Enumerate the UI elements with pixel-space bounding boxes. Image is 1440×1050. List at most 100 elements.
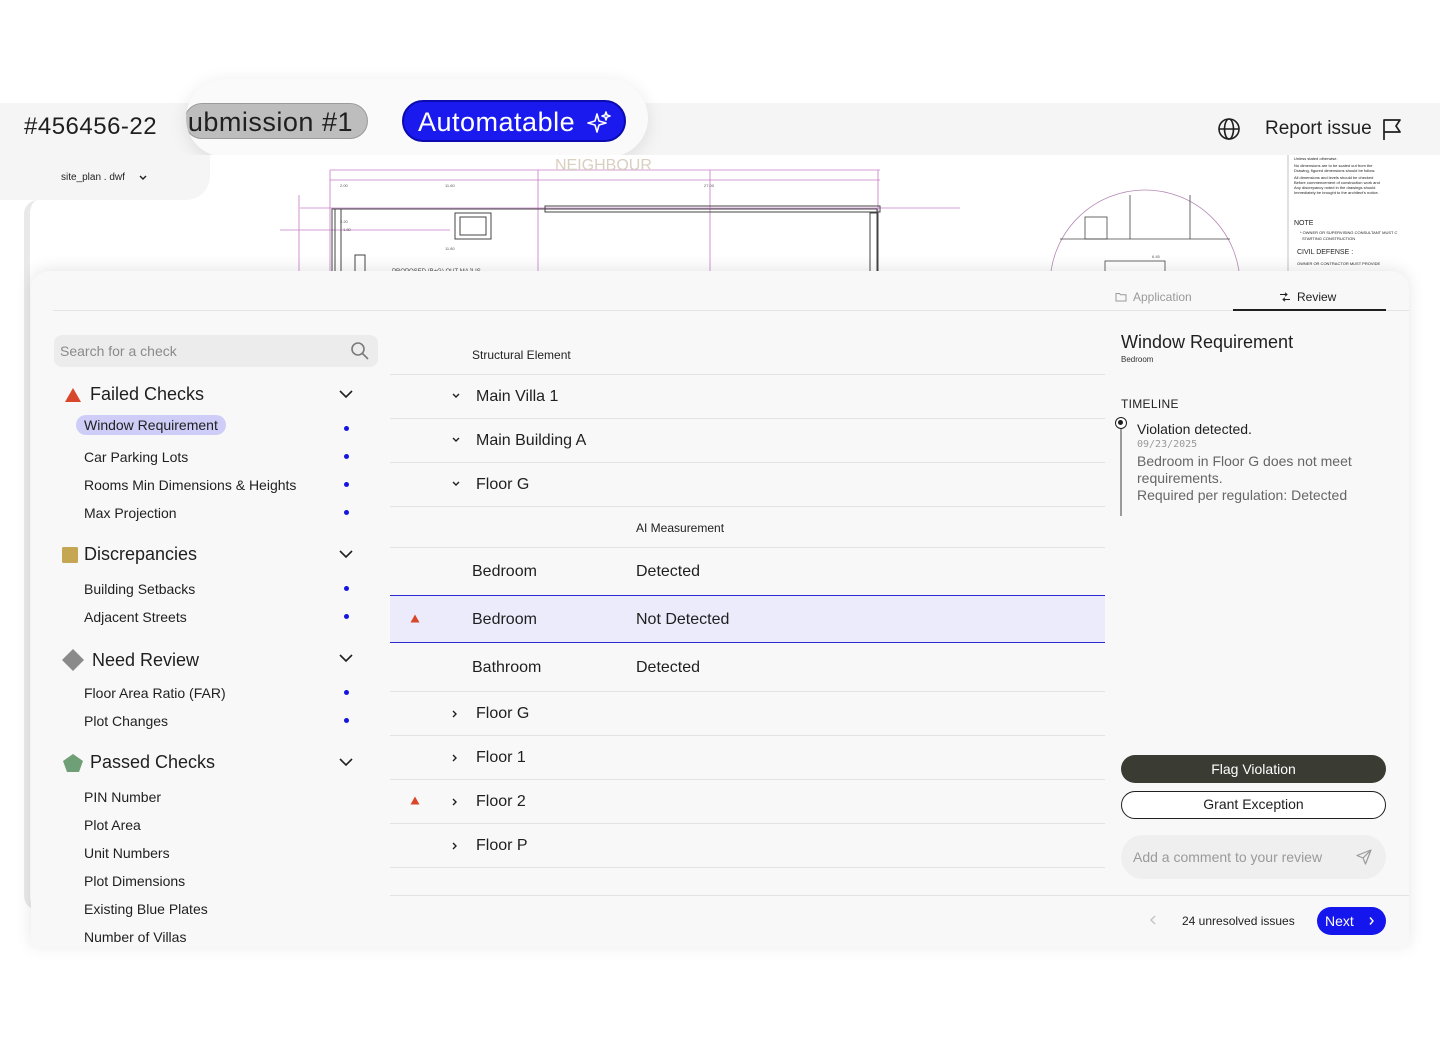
- group-passed-checks[interactable]: Passed Checks: [62, 752, 215, 773]
- chevron-down-icon[interactable]: [338, 653, 354, 663]
- chevron-down-icon[interactable]: [451, 436, 461, 444]
- sidebar-item-max-projection[interactable]: Max Projection: [84, 505, 177, 521]
- sidebar-item-adjacent-streets[interactable]: Adjacent Streets: [84, 609, 187, 625]
- sidebar-item-car-parking[interactable]: Car Parking Lots: [84, 449, 188, 465]
- sidebar-item-building-setbacks[interactable]: Building Setbacks: [84, 581, 195, 597]
- tree-node-floor-g[interactable]: Floor G: [476, 476, 529, 494]
- group-need-review[interactable]: Need Review: [61, 648, 199, 672]
- comment-input[interactable]: [1133, 847, 1348, 867]
- tree-node-floor-p[interactable]: Floor P: [476, 837, 528, 855]
- sidebar-item-floor-area-ratio[interactable]: Floor Area Ratio (FAR): [84, 685, 226, 701]
- row-divider: [390, 462, 1105, 463]
- sidebar-item-plot-area[interactable]: Plot Area: [84, 817, 141, 833]
- footer-divider: [390, 895, 1409, 896]
- application-reference-id: #456456-22: [24, 113, 158, 140]
- grant-exception-button[interactable]: Grant Exception: [1121, 791, 1386, 819]
- sidebar-item-plot-changes[interactable]: Plot Changes: [84, 713, 168, 729]
- tab-review[interactable]: Review: [1279, 290, 1336, 304]
- report-issue-link[interactable]: Report issue: [1265, 118, 1372, 140]
- tab-application[interactable]: Application: [1115, 290, 1192, 304]
- tabs-divider: [53, 310, 1409, 311]
- group-title: Passed Checks: [90, 752, 216, 772]
- measurement-value: Detected: [636, 659, 701, 676]
- sidebar-item-number-of-villas[interactable]: Number of Villas: [84, 929, 186, 945]
- dim-label: 27.00: [704, 183, 715, 188]
- measurement-element[interactable]: Bedroom: [472, 611, 537, 629]
- automatable-badge[interactable]: Automatable: [402, 100, 626, 142]
- timeline-line: [1120, 424, 1122, 516]
- unresolved-dot: [344, 718, 349, 723]
- tree-node-main-building[interactable]: Main Building A: [476, 432, 586, 450]
- sidebar-item-plot-dimensions[interactable]: Plot Dimensions: [84, 873, 185, 889]
- row-divider: [390, 374, 1105, 375]
- row-divider: [390, 867, 1105, 868]
- measurement-element[interactable]: Bedroom: [472, 563, 537, 581]
- unresolved-count: 24 unresolved issues: [1182, 914, 1295, 928]
- dim-label: 11.80: [445, 246, 455, 251]
- group-title: Need Review: [92, 649, 200, 670]
- flag-icon[interactable]: [1381, 117, 1403, 141]
- check-search: [54, 335, 378, 367]
- timeline-event-requirement: Required per regulation: Detected: [1137, 487, 1348, 503]
- timeline-event-date: 09/23/2025: [1137, 439, 1198, 450]
- floor-plan-drawing: 2.00 11.60 27.00 2.20 1.80 11.80 6.45 NE…: [280, 155, 1398, 381]
- group-title: Discrepancies: [84, 544, 198, 564]
- diamond-icon: [62, 649, 84, 671]
- chevron-down-icon[interactable]: [338, 757, 354, 767]
- next-button[interactable]: Next: [1317, 907, 1386, 935]
- file-name[interactable]: site_plan . dwf: [61, 172, 125, 183]
- unresolved-dot: [344, 586, 349, 591]
- chevron-right-icon[interactable]: [451, 753, 459, 763]
- unresolved-dot: [344, 510, 349, 515]
- timeline-dot: [1115, 417, 1127, 429]
- search-icon[interactable]: [350, 341, 370, 361]
- civil-body: OWNER OR CONTRACTOR MUST PROVIDE: [1297, 261, 1381, 266]
- tree-node-floor-g-collapsed[interactable]: Floor G: [476, 705, 529, 723]
- group-discrepancies[interactable]: Discrepancies: [62, 544, 197, 565]
- chevron-down-icon[interactable]: [338, 549, 354, 559]
- globe-icon[interactable]: [1217, 117, 1241, 141]
- dim-label: 6.45: [1152, 254, 1161, 259]
- tree-node-floor-2[interactable]: Floor 2: [476, 793, 526, 811]
- notes-line: Unless stated otherwise.: [1294, 156, 1338, 161]
- chevron-down-icon[interactable]: [451, 480, 461, 488]
- note-body: STARTING CONSTRUCTION: [1302, 236, 1355, 241]
- measurement-value: Detected: [636, 563, 701, 580]
- send-icon[interactable]: [1356, 849, 1372, 865]
- search-input[interactable]: [60, 341, 340, 361]
- sidebar-item-existing-blue-plates[interactable]: Existing Blue Plates: [84, 901, 208, 917]
- sidebar-item-unit-numbers[interactable]: Unit Numbers: [84, 845, 170, 861]
- timeline-event-title: Violation detected.: [1137, 421, 1252, 437]
- tree-node-main-villa[interactable]: Main Villa 1: [476, 388, 558, 406]
- chevron-right-icon[interactable]: [451, 797, 459, 807]
- next-label: Next: [1325, 913, 1354, 929]
- notes-line: Drawing, figured dimensions should be fo…: [1294, 168, 1375, 173]
- chevron-left-icon[interactable]: [1149, 914, 1157, 926]
- chevron-down-icon[interactable]: [138, 174, 148, 182]
- tree-node-floor-1[interactable]: Floor 1: [476, 749, 526, 767]
- civil-defense-heading: CIVIL DEFENSE :: [1297, 249, 1353, 256]
- dim-label: 2.00: [340, 183, 349, 188]
- notes-line: Immediately be brought to the architect'…: [1294, 190, 1379, 195]
- chevron-down-icon[interactable]: [451, 392, 461, 400]
- submission-badge[interactable]: Submission #1: [186, 103, 368, 139]
- row-divider: [390, 823, 1105, 824]
- review-panel: Application Review Failed Checks Window …: [31, 271, 1409, 947]
- row-divider: [390, 418, 1105, 419]
- row-divider: [390, 506, 1105, 507]
- chevron-right-icon[interactable]: [451, 841, 459, 851]
- sidebar-item-pin-number[interactable]: PIN Number: [84, 789, 161, 805]
- group-failed-checks[interactable]: Failed Checks: [64, 384, 204, 405]
- folder-icon: [1115, 293, 1127, 302]
- tab-application-label: Application: [1133, 290, 1192, 304]
- chevron-right-icon[interactable]: [451, 709, 459, 719]
- submission-pill-group: Submission #1 Automatable: [186, 79, 648, 157]
- compare-icon: [1280, 292, 1290, 302]
- row-divider: [390, 779, 1105, 780]
- measurement-value: Not Detected: [636, 611, 730, 628]
- measurement-element[interactable]: Bathroom: [472, 659, 541, 677]
- sidebar-item-rooms-min-dimensions[interactable]: Rooms Min Dimensions & Heights: [84, 477, 296, 493]
- sidebar-item-window-requirement[interactable]: Window Requirement: [76, 415, 226, 435]
- flag-violation-button[interactable]: Flag Violation: [1121, 755, 1386, 783]
- chevron-down-icon[interactable]: [338, 389, 354, 399]
